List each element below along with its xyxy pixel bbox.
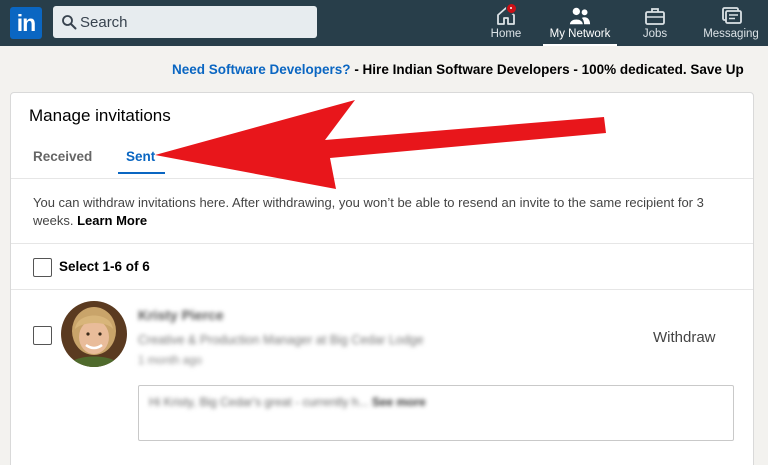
search-icon xyxy=(62,15,77,30)
page-title: Manage invitations xyxy=(29,106,171,125)
withdraw-notice: You can withdraw invitations here. After… xyxy=(33,194,723,229)
nav-my-network-label: My Network xyxy=(549,28,611,40)
manage-invitations-card: Manage invitations Received Sent You can… xyxy=(10,92,754,465)
ad-banner: Need Software Developers? - Hire Indian … xyxy=(172,62,744,77)
learn-more-link[interactable]: Learn More xyxy=(77,213,147,228)
see-more-link[interactable]: See more xyxy=(372,395,426,409)
nav-messaging-label: Messaging xyxy=(703,28,759,40)
withdraw-button[interactable]: Withdraw xyxy=(653,329,716,346)
tab-sent[interactable]: Sent xyxy=(126,149,155,164)
message-body: Hi Kristy, Big Cedar's great - currently… xyxy=(149,395,369,409)
top-nav: in Home My Network Jobs xyxy=(0,0,768,46)
nav-messaging[interactable]: Messaging xyxy=(698,0,764,46)
nav-my-network[interactable]: My Network xyxy=(543,0,617,46)
profile-photo xyxy=(61,301,127,367)
invitation-message: Hi Kristy, Big Cedar's great - currently… xyxy=(138,385,734,441)
jobs-icon xyxy=(645,8,665,25)
divider xyxy=(11,178,753,179)
tab-received[interactable]: Received xyxy=(33,149,92,164)
invitee-name[interactable]: Kristy Pierce xyxy=(138,307,224,323)
divider xyxy=(11,289,753,290)
search-bar[interactable] xyxy=(53,6,317,38)
ad-link[interactable]: Need Software Developers? xyxy=(172,62,351,77)
nav-home[interactable]: Home xyxy=(484,0,528,46)
invitee-headline: Creative & Production Manager at Big Ced… xyxy=(138,333,424,347)
linkedin-logo[interactable]: in xyxy=(10,7,42,39)
select-all-label: Select 1-6 of 6 xyxy=(59,259,150,274)
nav-home-label: Home xyxy=(490,28,522,40)
notification-badge xyxy=(506,3,517,14)
active-tab-underline xyxy=(118,172,165,174)
search-input[interactable] xyxy=(80,6,310,38)
active-nav-underline xyxy=(543,44,617,46)
invitation-time: 1 month ago xyxy=(138,355,202,367)
nav-jobs[interactable]: Jobs xyxy=(632,0,678,46)
divider xyxy=(11,243,753,244)
messaging-icon xyxy=(722,7,742,24)
invitation-message-text: Hi Kristy, Big Cedar's great - currently… xyxy=(149,394,449,410)
select-all-checkbox[interactable] xyxy=(33,258,52,277)
avatar[interactable] xyxy=(61,301,127,367)
ad-text: - Hire Indian Software Developers - 100%… xyxy=(350,62,744,77)
nav-jobs-label: Jobs xyxy=(642,28,668,40)
my-network-icon xyxy=(569,7,591,25)
invitation-checkbox[interactable] xyxy=(33,326,52,345)
